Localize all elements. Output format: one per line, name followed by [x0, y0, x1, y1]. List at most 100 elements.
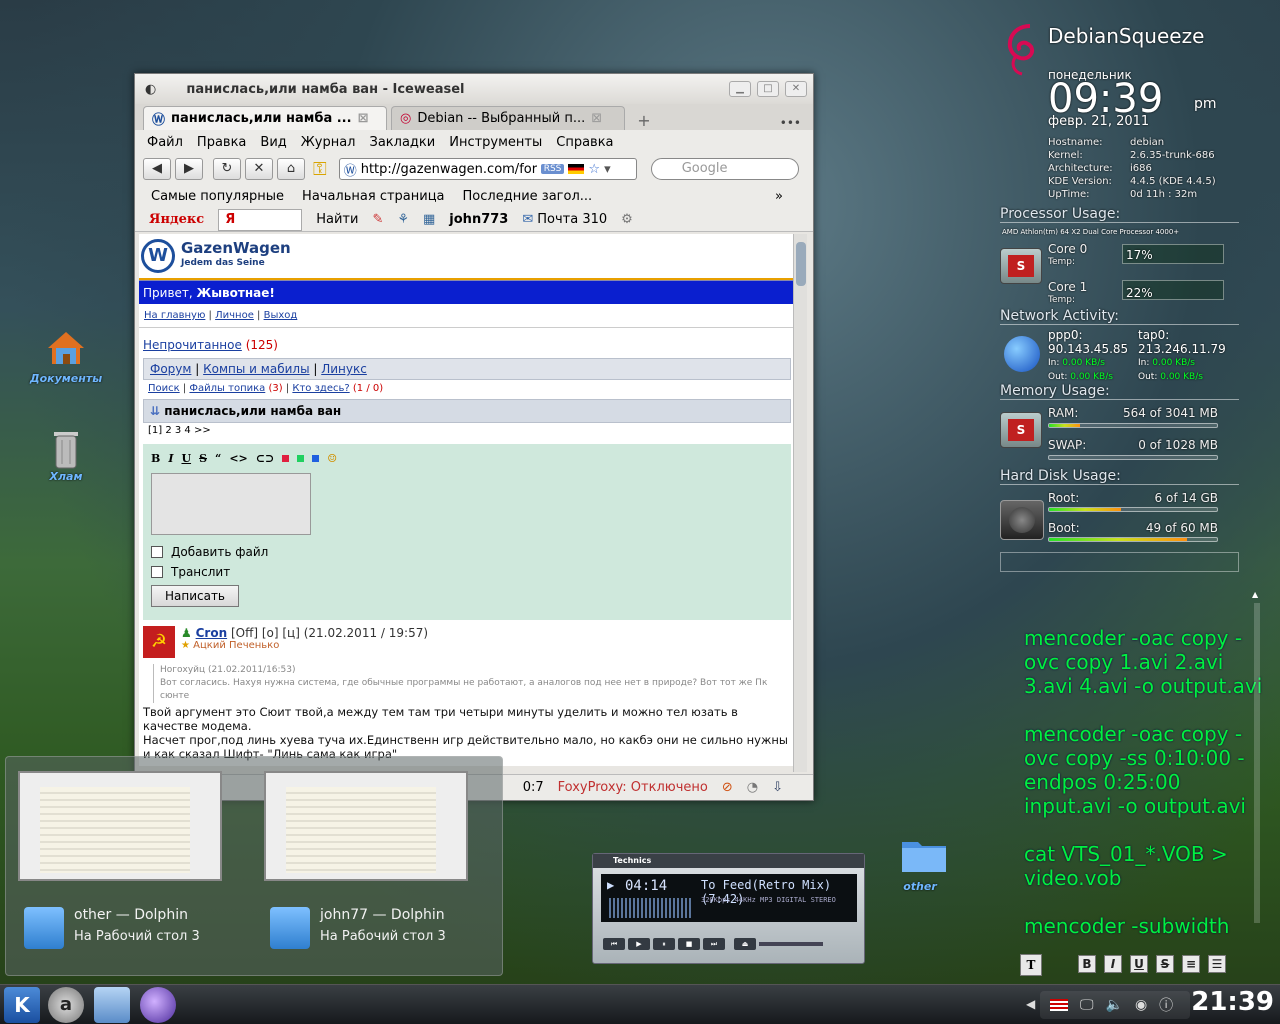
quote-icon[interactable]: “ — [215, 452, 221, 465]
translate-icon[interactable]: ⚘ — [397, 212, 409, 227]
add-file-checkbox[interactable]: Добавить файл — [151, 545, 783, 559]
red-color-icon[interactable] — [282, 455, 290, 462]
kde-menu-icon[interactable]: K — [4, 987, 40, 1023]
notifications-icon[interactable]: ◉ — [1135, 997, 1147, 1013]
browser-window[interactable]: ◐ панислась,или намба ван - Iceweasel ▁ … — [134, 73, 814, 801]
text-tool-icon[interactable]: T — [1020, 954, 1042, 976]
volume-icon[interactable]: 🔈 — [1106, 997, 1123, 1013]
blue-color-icon[interactable] — [312, 455, 320, 462]
tab-close-icon[interactable]: ⊠ — [591, 111, 602, 126]
search-input[interactable]: Google — [650, 158, 799, 180]
link-logout[interactable]: Выход — [264, 310, 298, 321]
italic-icon[interactable]: I — [1104, 955, 1122, 973]
key-icon[interactable]: ⚿ — [313, 159, 327, 180]
tab-close-icon[interactable]: ⊠ — [358, 111, 369, 126]
yandex-search-input[interactable]: Я — [218, 208, 303, 231]
bookmark-popular[interactable]: Самые популярные — [151, 189, 284, 204]
stop-button[interactable]: ✕ — [245, 158, 273, 180]
menu-bookmarks[interactable]: Закладки — [370, 135, 436, 150]
play-button[interactable]: ▶ — [628, 938, 650, 950]
menu-file[interactable]: Файл — [147, 135, 183, 150]
link-home[interactable]: На главную — [144, 310, 205, 321]
panel-clock[interactable]: 21:39 — [1191, 987, 1274, 1017]
url-bar[interactable]: Ⓦ http://gazenwagen.com/for RSS ☆ ▾ — [338, 158, 637, 180]
back-button[interactable]: ◀ — [143, 158, 171, 180]
close-button[interactable]: ✕ — [785, 81, 807, 97]
network-monitor-icon[interactable]: 🖵 — [1080, 997, 1094, 1013]
window-thumbnail[interactable] — [18, 771, 222, 881]
menu-history[interactable]: Журнал — [301, 135, 356, 150]
underline-icon[interactable]: U — [1130, 955, 1148, 973]
pause-button[interactable]: ⏸ — [653, 938, 675, 950]
menu-tools[interactable]: Инструменты — [449, 135, 542, 150]
iceweasel-taskbar-icon[interactable] — [140, 987, 176, 1023]
green-color-icon[interactable] — [297, 455, 305, 462]
menu-help[interactable]: Справка — [556, 135, 613, 150]
info-icon[interactable]: ⓘ — [1159, 995, 1173, 1015]
align-center-icon[interactable]: ≡ — [1182, 955, 1200, 973]
link-search[interactable]: Поиск — [148, 383, 180, 394]
notes-widget[interactable]: mencoder -oac copy -ovc copy 1.avi 2.avi… — [1024, 626, 1274, 950]
italic-icon[interactable]: I — [168, 452, 173, 465]
task-item-john77[interactable]: john77 — Dolphin На Рабочий стол 3 — [270, 907, 446, 949]
submit-button[interactable]: Написать — [151, 585, 239, 607]
list-icon[interactable]: ☰ — [1208, 955, 1226, 973]
breadcrumb-linux[interactable]: Линукс — [321, 362, 367, 376]
post-author[interactable]: Cron — [196, 626, 228, 640]
desktop-icon-other[interactable]: other — [880, 836, 960, 893]
stop-button[interactable]: ■ — [678, 938, 700, 950]
site-name[interactable]: GazenWagen Jedem das Seine — [181, 241, 291, 271]
download-icon[interactable]: ⇩ — [772, 780, 783, 795]
menu-view[interactable]: Вид — [260, 135, 286, 150]
chevron-right-icon[interactable]: » — [775, 189, 783, 204]
media-player[interactable]: Technics ▶ 04:14 To Feed(Retro Mix) (7:4… — [592, 853, 865, 964]
volume-slider[interactable] — [759, 942, 823, 946]
link-personal[interactable]: Личное — [215, 310, 254, 321]
rss-icon[interactable]: RSS — [540, 164, 565, 174]
avatar[interactable]: ☭ — [143, 626, 175, 658]
keyboard-layout-us-icon[interactable] — [1050, 999, 1068, 1011]
tray-expand-icon[interactable]: ◀ — [1026, 997, 1035, 1011]
block-icon[interactable]: ⊘ — [722, 780, 733, 795]
page-scrollbar[interactable] — [793, 234, 807, 772]
task-item-other[interactable]: other — Dolphin На Рабочий стол 3 — [24, 907, 200, 949]
bookmark-start-page[interactable]: Начальная страница — [302, 189, 444, 204]
amarok-launcher-icon[interactable]: a — [48, 987, 84, 1023]
home-button[interactable]: ⌂ — [277, 158, 305, 180]
new-tab-button[interactable]: + — [629, 111, 659, 130]
yandex-logo[interactable]: Яндекс — [149, 212, 204, 227]
gear-icon[interactable]: ⚙ — [621, 212, 633, 227]
foxyproxy-status[interactable]: FoxyProxy: Отключено — [558, 780, 708, 795]
yandex-find-button[interactable]: Найти — [316, 212, 358, 227]
strike-icon[interactable]: S — [199, 452, 207, 465]
bold-icon[interactable]: B — [1078, 955, 1096, 973]
breadcrumb-computers[interactable]: Компы и мабилы — [203, 362, 309, 376]
pencil-icon[interactable]: ✎ — [372, 212, 383, 227]
yandex-mail[interactable]: Почта 310 — [537, 212, 607, 227]
eject-button[interactable]: ⏏ — [734, 938, 756, 950]
code-icon[interactable]: <> — [229, 452, 247, 465]
next-button[interactable]: ⏭ — [703, 938, 725, 950]
dolphin-taskbar-icon[interactable] — [94, 987, 130, 1023]
smiley-icon[interactable]: ☺ — [327, 452, 337, 465]
desktop-icon-documents[interactable]: Документы — [26, 328, 106, 385]
strike-icon[interactable]: S — [1156, 955, 1174, 973]
link-who-here[interactable]: Кто здесь? — [292, 383, 349, 394]
notes-scrollbar[interactable]: ▲ — [1252, 590, 1262, 942]
breadcrumb-forum[interactable]: Форум — [150, 362, 191, 376]
underline-icon[interactable]: U — [181, 452, 191, 465]
window-thumbnail[interactable] — [264, 771, 468, 881]
pagination[interactable]: [1] 2 3 4 >> — [139, 425, 795, 440]
menu-edit[interactable]: Правка — [197, 135, 246, 150]
previous-button[interactable]: ⏮ — [603, 938, 625, 950]
tab-debian[interactable]: ◎ Debian -- Выбранный п... ⊠ — [391, 106, 625, 130]
unread-link[interactable]: Непрочитанное — [143, 338, 242, 352]
bookmark-latest-headlines[interactable]: Последние загол... — [463, 189, 593, 204]
link-icon[interactable]: ⊂⊃ — [256, 452, 274, 465]
tab-forum[interactable]: Ⓦ панислась,или намба ... ⊠ — [143, 106, 387, 130]
link-topic-files[interactable]: Файлы топика — [189, 383, 265, 394]
dropdown-arrow-icon[interactable]: ▾ — [604, 162, 611, 177]
bookmark-star-icon[interactable]: ☆ — [588, 162, 600, 177]
message-textarea[interactable] — [151, 473, 311, 535]
bold-icon[interactable]: B — [151, 452, 160, 465]
